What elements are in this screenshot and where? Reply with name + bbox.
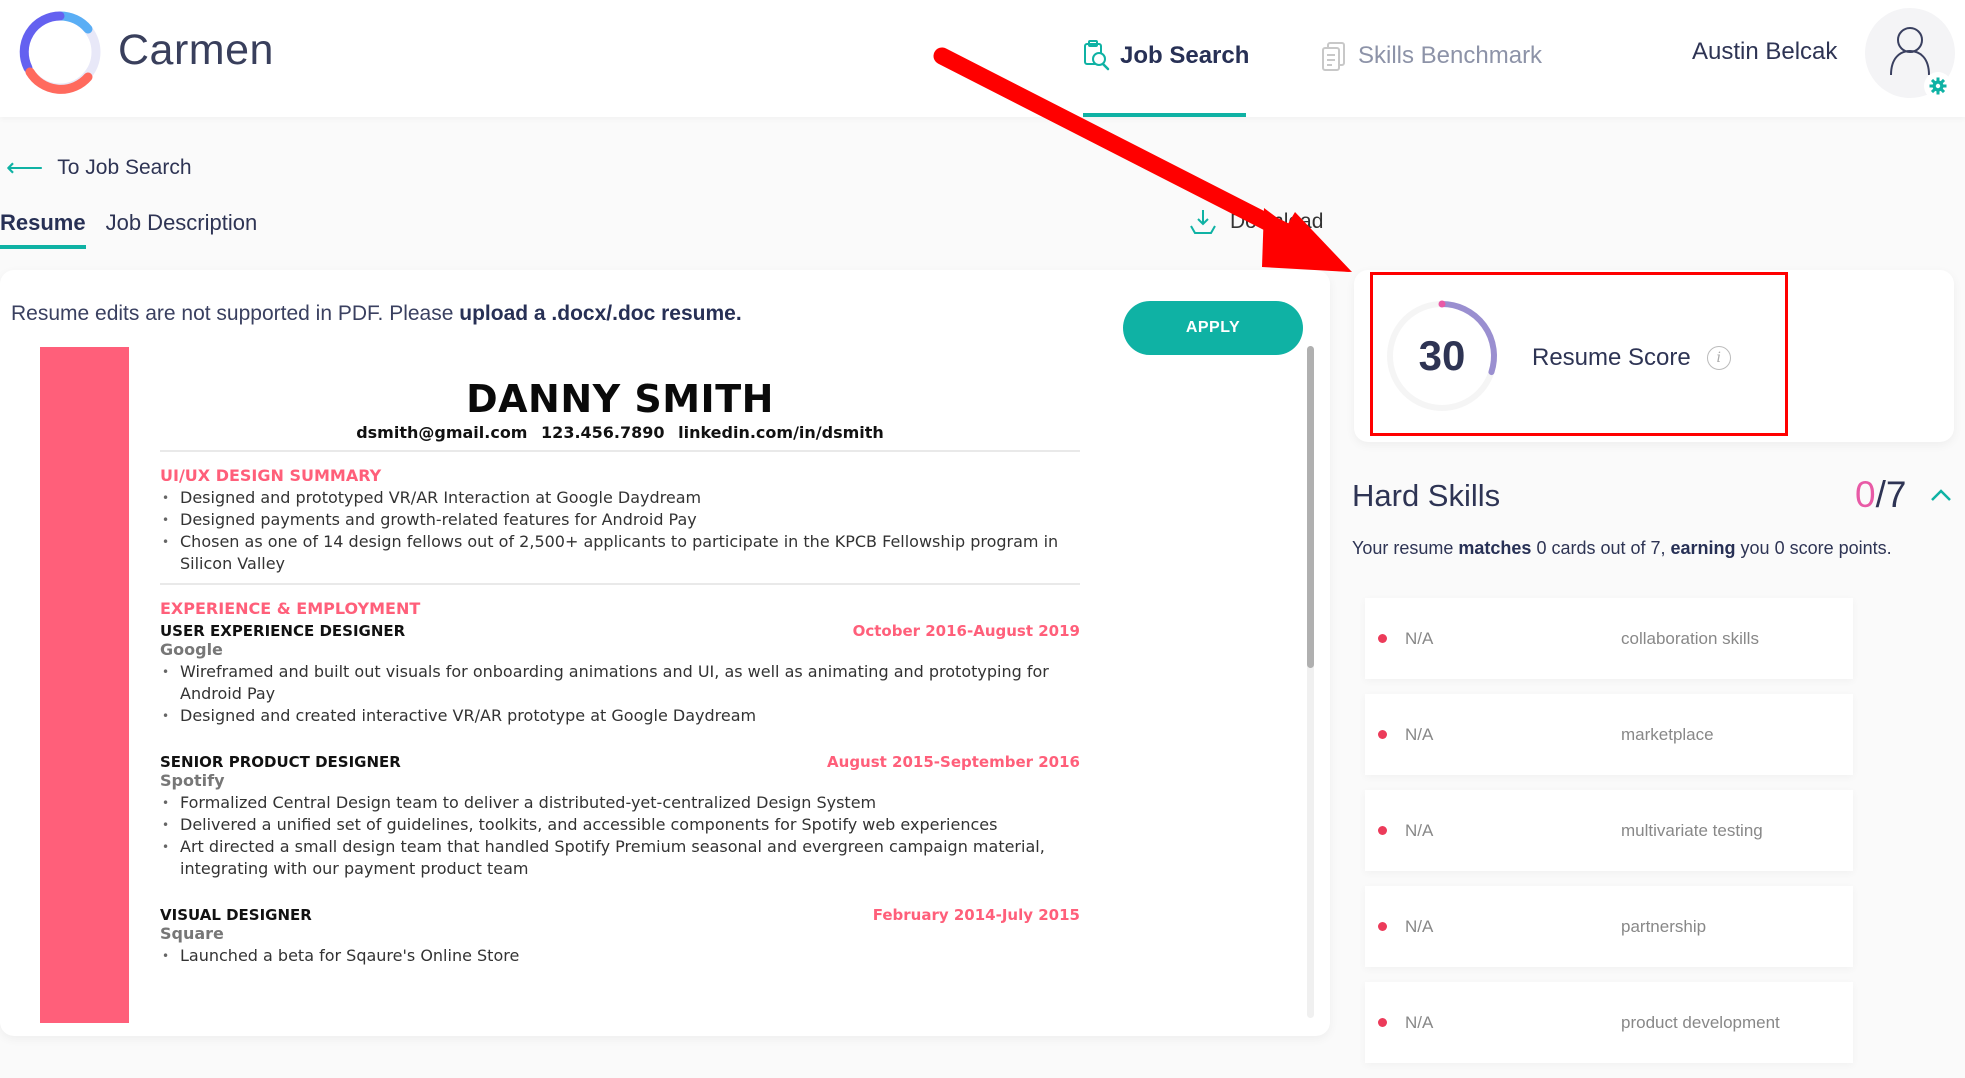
job-entry: VISUAL DESIGNER February 2014-July 2015 …: [160, 906, 1080, 967]
hard-skills-summary: Your resume matches 0 cards out of 7, ea…: [1352, 538, 1892, 559]
download-button[interactable]: Download: [1188, 208, 1323, 236]
resume-tabs: Resume Job Description: [0, 210, 277, 249]
resume-document: DANNY SMITH dsmith@gmail.com 123.456.789…: [40, 347, 1090, 1023]
resume-panel: Resume edits are not supported in PDF. P…: [0, 270, 1330, 1036]
job-company: Spotify: [160, 771, 225, 790]
hard-skills-list: N/A collaboration skills N/A marketplace…: [1365, 598, 1853, 1078]
upload-docx-link[interactable]: upload a .docx/.doc resume.: [459, 302, 741, 325]
brand-name: Carmen: [118, 26, 274, 74]
skill-status: N/A: [1405, 820, 1434, 840]
summary-bullets: Designed and prototyped VR/AR Interactio…: [160, 487, 1080, 575]
job-bullet: Formalized Central Design team to delive…: [160, 792, 1080, 814]
hard-skills-title: Hard Skills: [1352, 478, 1501, 513]
resume-contact: dsmith@gmail.com 123.456.7890 linkedin.c…: [356, 423, 884, 442]
summary-bullet: Chosen as one of 14 design fellows out o…: [160, 531, 1080, 575]
missing-dot-icon: [1378, 634, 1387, 643]
pdf-notice: Resume edits are not supported in PDF. P…: [11, 302, 742, 326]
info-icon[interactable]: i: [1706, 346, 1731, 370]
active-nav-indicator: [1083, 113, 1246, 117]
user-name[interactable]: Austin Belcak: [1692, 38, 1837, 66]
skill-name: marketplace: [1621, 724, 1714, 744]
top-bar: Carmen Job Search Skills Benchmark Austi…: [0, 0, 1965, 117]
experience-heading: EXPERIENCE & EMPLOYMENT: [160, 599, 421, 618]
divider: [160, 583, 1080, 585]
skill-card[interactable]: N/A marketplace: [1365, 694, 1853, 775]
skill-card[interactable]: N/A product development: [1365, 982, 1853, 1063]
skill-name: partnership: [1621, 916, 1707, 936]
summary-text: 0 cards out of 7,: [1531, 538, 1671, 558]
job-search-icon: [1084, 40, 1110, 71]
job-dates: August 2015-September 2016: [827, 753, 1080, 771]
skill-card[interactable]: N/A multivariate testing: [1365, 790, 1853, 871]
job-title: VISUAL DESIGNER: [160, 906, 312, 924]
job-dates: October 2016-August 2019: [852, 622, 1080, 640]
missing-dot-icon: [1378, 1018, 1387, 1027]
arrow-left-icon: ⟵: [6, 152, 44, 182]
summary-text: Your resume: [1352, 538, 1459, 558]
back-link-label: To Job Search: [57, 155, 192, 179]
summary-text: you 0 score points.: [1735, 538, 1892, 558]
skill-name: product development: [1621, 1012, 1780, 1032]
job-title: SENIOR PRODUCT DESIGNER: [160, 753, 401, 771]
carmen-logo-icon[interactable]: [18, 10, 102, 94]
job-entry: SENIOR PRODUCT DESIGNER August 2015-Sept…: [160, 753, 1080, 880]
settings-gear-icon[interactable]: [1924, 72, 1952, 100]
divider: [160, 450, 1080, 452]
summary-heading: UI/UX DESIGN SUMMARY: [160, 466, 382, 485]
skill-status: N/A: [1405, 1012, 1434, 1032]
summary-bold: earning: [1670, 538, 1736, 558]
apply-button[interactable]: APPLY: [1123, 301, 1303, 355]
job-company: Square: [160, 924, 224, 943]
summary-bullet: Designed and prototyped VR/AR Interactio…: [160, 487, 1080, 509]
resume-body: DANNY SMITH dsmith@gmail.com 123.456.789…: [160, 347, 1080, 993]
total-count: /7: [1875, 474, 1907, 515]
clipboard-icon: [1322, 42, 1345, 71]
nav-skills-benchmark[interactable]: Skills Benchmark: [1320, 36, 1542, 76]
job-bullet: Designed and created interactive VR/AR p…: [160, 705, 1080, 727]
missing-dot-icon: [1378, 730, 1387, 739]
back-to-job-search-link[interactable]: ⟵ To Job Search: [6, 152, 192, 183]
score-value: 30: [1418, 332, 1466, 379]
job-dates: February 2014-July 2015: [872, 906, 1080, 924]
scrollbar-thumb[interactable]: [1307, 346, 1314, 668]
matched-count: 0: [1855, 474, 1876, 515]
download-icon: [1190, 210, 1216, 234]
score-label-text: Resume Score: [1532, 344, 1691, 371]
missing-dot-icon: [1378, 826, 1387, 835]
skill-card[interactable]: N/A collaboration skills: [1365, 598, 1853, 679]
skill-name: multivariate testing: [1621, 820, 1763, 840]
score-label: Resume Score i: [1532, 344, 1731, 372]
skill-card[interactable]: N/A partnership: [1365, 886, 1853, 967]
resume-scrollbar[interactable]: [1307, 346, 1314, 1018]
skill-status: N/A: [1405, 724, 1434, 744]
nav-job-search[interactable]: Job Search: [1082, 36, 1249, 76]
skill-status: N/A: [1405, 916, 1434, 936]
tab-resume[interactable]: Resume: [0, 210, 86, 249]
nav-skills-benchmark-label: Skills Benchmark: [1358, 42, 1543, 69]
skill-name: collaboration skills: [1621, 628, 1759, 648]
job-bullet: Art directed a small design team that ha…: [160, 836, 1080, 880]
pdf-notice-text: Resume edits are not supported in PDF. P…: [11, 302, 460, 325]
job-entry: USER EXPERIENCE DESIGNER October 2016-Au…: [160, 622, 1080, 727]
skill-status: N/A: [1405, 628, 1434, 648]
resume-accent-bar: [40, 347, 129, 1023]
resume-score-card: 30 Resume Score i: [1354, 270, 1954, 442]
job-title: USER EXPERIENCE DESIGNER: [160, 622, 406, 640]
resume-name: DANNY SMITH: [466, 377, 774, 421]
missing-dot-icon: [1378, 922, 1387, 931]
job-bullet: Delivered a unified set of guidelines, t…: [160, 814, 1080, 836]
summary-bullet: Designed payments and growth-related fea…: [160, 509, 1080, 531]
download-label: Download: [1230, 210, 1324, 233]
job-bullet: Wireframed and built out visuals for onb…: [160, 661, 1080, 705]
job-bullet: Launched a beta for Sqaure's Online Stor…: [160, 945, 1080, 967]
chevron-up-icon[interactable]: [1927, 482, 1955, 510]
hard-skills-count: 0/7: [1855, 474, 1906, 516]
tab-job-description[interactable]: Job Description: [106, 210, 258, 249]
nav-job-search-label: Job Search: [1120, 42, 1250, 69]
job-company: Google: [160, 640, 223, 659]
summary-bold: matches: [1458, 538, 1532, 558]
